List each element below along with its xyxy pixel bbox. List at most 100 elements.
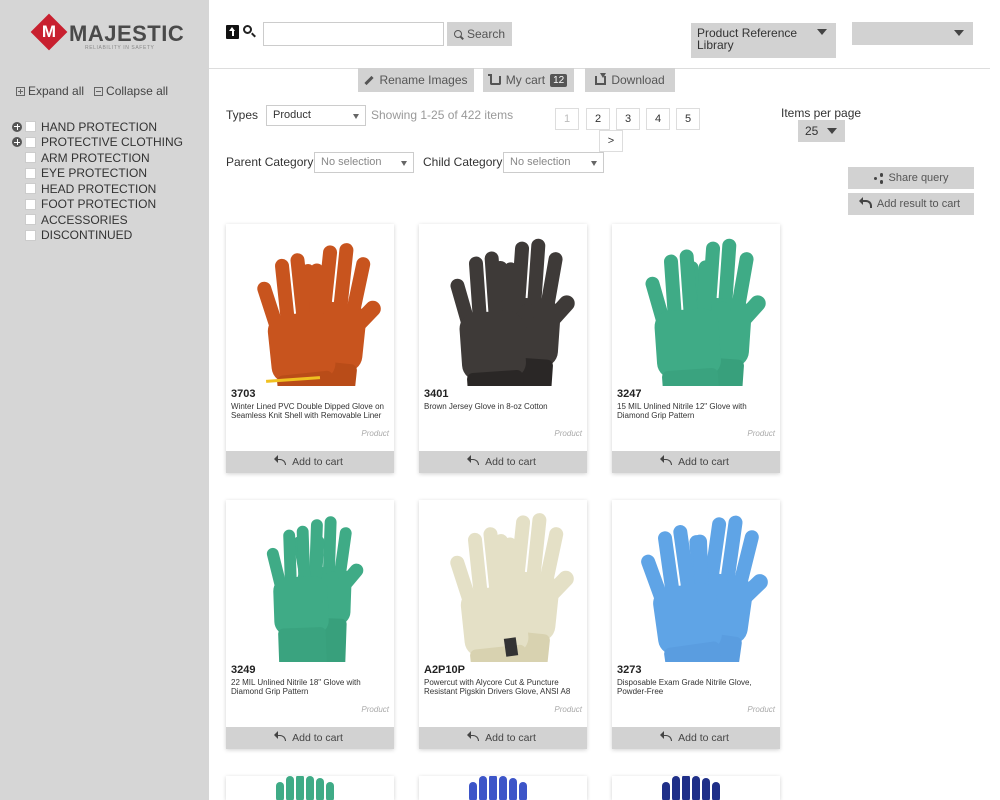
- add-to-cart-button[interactable]: Add to cart: [612, 727, 780, 749]
- library-select-value: Product Reference Library: [697, 26, 798, 52]
- product-image[interactable]: [226, 776, 394, 800]
- reply-arrow-icon: [274, 731, 287, 741]
- collapse-all-button[interactable]: Collapse all: [94, 84, 168, 98]
- expand-node-icon[interactable]: [12, 121, 22, 132]
- product-card[interactable]: A2P10P Powercut with Alycore Cut & Punctu…: [419, 500, 587, 749]
- types-select-value: Product: [273, 109, 311, 121]
- sidebar: M MAJESTIC Reliability in Safety Expand …: [0, 0, 209, 800]
- items-per-page-value: 25: [805, 124, 819, 138]
- share-query-button[interactable]: Share query: [848, 167, 974, 189]
- product-image[interactable]: [612, 500, 780, 662]
- search-button-icon: [453, 30, 462, 38]
- category-checkbox[interactable]: [25, 136, 36, 148]
- category-checkbox[interactable]: [25, 167, 36, 179]
- product-card[interactable]: 3401 Brown Jersey Glove in 8-oz Cotton Pro…: [419, 224, 587, 473]
- next-page-button[interactable]: >: [599, 130, 623, 152]
- add-to-cart-button[interactable]: Add to cart: [419, 727, 587, 749]
- items-per-page-label: Items per page: [781, 106, 862, 120]
- add-to-cart-button[interactable]: Add to cart: [226, 727, 394, 749]
- rename-images-label: Rename Images: [379, 73, 468, 87]
- product-image[interactable]: [226, 224, 394, 386]
- product-card[interactable]: 3247 15 MIL Unlined Nitrile 12" Glove wit…: [612, 224, 780, 473]
- cart-icon: [487, 73, 501, 85]
- expand-node-icon[interactable]: [12, 137, 22, 148]
- category-checkbox[interactable]: [25, 183, 36, 195]
- upload-icon[interactable]: [226, 25, 239, 39]
- search-button[interactable]: Search: [447, 22, 512, 46]
- chevron-down-icon: [954, 30, 964, 36]
- product-description: 15 MIL Unlined Nitrile 12" Glove with Di…: [617, 402, 747, 420]
- reply-arrow-icon: [660, 731, 673, 741]
- category-checkbox[interactable]: [25, 229, 36, 241]
- collapse-all-label: Collapse all: [106, 84, 169, 98]
- child-category-select[interactable]: No selection: [503, 152, 604, 173]
- page-button[interactable]: 5: [676, 108, 700, 130]
- product-card[interactable]: [612, 776, 780, 800]
- product-card[interactable]: 3249 22 MIL Unlined Nitrile 18" Glove wit…: [226, 500, 394, 749]
- category-label: DISCONTINUED: [41, 228, 133, 243]
- library-select[interactable]: Product Reference Library: [691, 23, 836, 58]
- product-code: 3247: [617, 388, 642, 400]
- parent-category-label: Parent Category: [226, 155, 314, 169]
- product-card[interactable]: [226, 776, 394, 800]
- add-result-to-cart-button[interactable]: Add result to cart: [848, 193, 974, 215]
- product-card[interactable]: [419, 776, 587, 800]
- search-input[interactable]: [263, 22, 444, 46]
- my-cart-label: My cart: [505, 73, 546, 87]
- category-item[interactable]: EYE PROTECTION: [12, 166, 183, 182]
- add-to-cart-button[interactable]: Add to cart: [419, 451, 587, 473]
- category-checkbox[interactable]: [25, 198, 36, 210]
- share-icon: [873, 173, 884, 184]
- category-item[interactable]: PROTECTIVE CLOTHING: [12, 135, 183, 151]
- expand-all-label: Expand all: [28, 84, 85, 98]
- child-category-value: No selection: [510, 156, 571, 168]
- product-image[interactable]: [612, 224, 780, 386]
- category-item[interactable]: ACCESSORIES: [12, 212, 183, 228]
- add-to-cart-button[interactable]: Add to cart: [612, 451, 780, 473]
- page-button[interactable]: 3: [616, 108, 640, 130]
- chevron-down-icon: [401, 161, 407, 166]
- search-icon: [243, 25, 252, 34]
- download-button[interactable]: Download: [585, 68, 675, 92]
- page-button[interactable]: 4: [646, 108, 670, 130]
- category-checkbox[interactable]: [25, 152, 36, 164]
- add-result-to-cart-label: Add result to cart: [876, 198, 961, 210]
- product-image[interactable]: [612, 776, 780, 800]
- category-item[interactable]: HAND PROTECTION: [12, 119, 183, 135]
- category-label: FOOT PROTECTION: [41, 197, 157, 212]
- category-label: HAND PROTECTION: [41, 119, 158, 134]
- add-to-cart-button[interactable]: Add to cart: [226, 451, 394, 473]
- product-image[interactable]: [419, 500, 587, 662]
- page-button[interactable]: 2: [586, 108, 610, 130]
- brand-logo[interactable]: M MAJESTIC Reliability in Safety: [30, 13, 184, 56]
- product-card[interactable]: 3273 Disposable Exam Grade Nitrile Glove,…: [612, 500, 780, 749]
- category-checkbox[interactable]: [25, 121, 36, 133]
- product-code: 3273: [617, 664, 642, 676]
- product-card[interactable]: 3703 Winter Lined PVC Double Dipped Glove…: [226, 224, 394, 473]
- category-item[interactable]: DISCONTINUED: [12, 228, 183, 244]
- rename-images-button[interactable]: Rename Images: [358, 68, 474, 92]
- expand-all-button[interactable]: Expand all: [16, 84, 84, 98]
- my-cart-button[interactable]: My cart 12: [483, 68, 574, 92]
- category-item[interactable]: FOOT PROTECTION: [12, 197, 183, 213]
- category-checkbox[interactable]: [25, 214, 36, 226]
- add-to-cart-label: Add to cart: [292, 732, 343, 744]
- parent-category-select[interactable]: No selection: [314, 152, 414, 173]
- product-type: Product: [747, 705, 775, 714]
- user-select[interactable]: [852, 22, 973, 45]
- items-per-page-select[interactable]: 25: [798, 120, 845, 142]
- product-image[interactable]: [226, 500, 394, 662]
- category-item[interactable]: HEAD PROTECTION: [12, 181, 183, 197]
- product-type: Product: [361, 429, 389, 438]
- product-image[interactable]: [419, 776, 587, 800]
- product-image[interactable]: [419, 224, 587, 386]
- product-description: Brown Jersey Glove in 8-oz Cotton: [424, 402, 548, 411]
- types-select[interactable]: Product: [266, 105, 366, 126]
- add-to-cart-label: Add to cart: [485, 732, 536, 744]
- category-label: EYE PROTECTION: [41, 166, 148, 181]
- page-button[interactable]: 1: [555, 108, 579, 130]
- category-item[interactable]: ARM PROTECTION: [12, 150, 183, 166]
